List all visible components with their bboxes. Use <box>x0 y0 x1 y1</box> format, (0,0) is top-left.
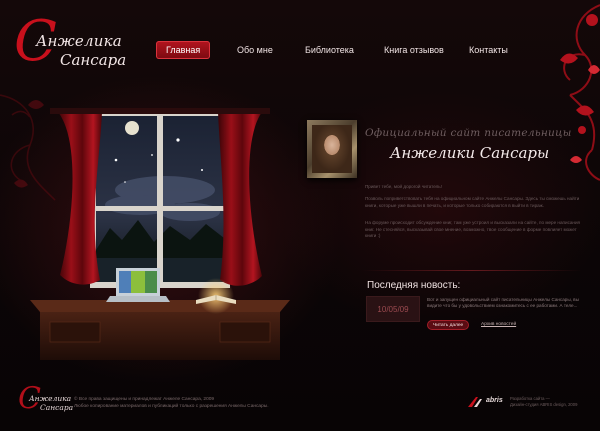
developer-credit: Разработка сайта — Дизайн-студия ABRIS d… <box>510 396 577 408</box>
latest-news-heading: Последняя новость: <box>367 280 461 291</box>
developer-brand[interactable]: abris <box>486 397 503 404</box>
window-desk-illustration <box>30 108 290 360</box>
logo-last-name: Сансара <box>60 51 127 69</box>
intro-greeting: Привет тебе, мой дорогой читатель! <box>365 184 442 189</box>
footer-logo-last-name: Сансара <box>40 403 74 412</box>
footer-logo[interactable]: С Анжелика Сансара <box>18 384 74 416</box>
nav-item-home[interactable]: Главная <box>156 41 211 59</box>
news-archive-link[interactable]: Архив новостей <box>481 322 516 327</box>
read-more-button[interactable]: Читать далее <box>427 320 470 330</box>
site-title-line1: Официальный сайт писательницы <box>365 127 572 139</box>
intro-paragraph-1: Позволь поприветствовать тебя на официал… <box>365 196 580 208</box>
news-date: 10/05/09 <box>366 296 420 322</box>
copyright-line-2: Любое копирование материалов и публикаци… <box>74 404 269 409</box>
nav-item-library[interactable]: Библиотека <box>305 41 354 59</box>
dev-credit-line-2[interactable]: Дизайн-студия ABRIS design, 2009 <box>510 402 577 408</box>
author-photo <box>312 125 352 173</box>
site-logo[interactable]: С Анжелика Сансара <box>14 14 127 78</box>
news-excerpt: Вот и запущен официальный сайт писательн… <box>427 297 579 309</box>
footer-logo-first-name: Анжелика <box>29 394 72 403</box>
logo-first-name: Анжелика <box>36 32 122 50</box>
site-title-line2: Анжелики Сансары <box>390 144 550 162</box>
author-portrait-frame <box>307 120 357 178</box>
nav-item-guestbook[interactable]: Книга отзывов <box>384 41 444 59</box>
nav-item-about[interactable]: Обо мне <box>237 41 273 59</box>
copyright-line-1: © Все права защищены и принадлежат Анжел… <box>74 397 215 402</box>
footer-copyright: © Все права защищены и принадлежат Анжел… <box>74 396 269 410</box>
section-divider <box>362 270 582 271</box>
nav-item-contacts[interactable]: Контакты <box>469 41 508 59</box>
intro-paragraph-2: На форуме происходит обсуждение книг, та… <box>365 220 581 239</box>
